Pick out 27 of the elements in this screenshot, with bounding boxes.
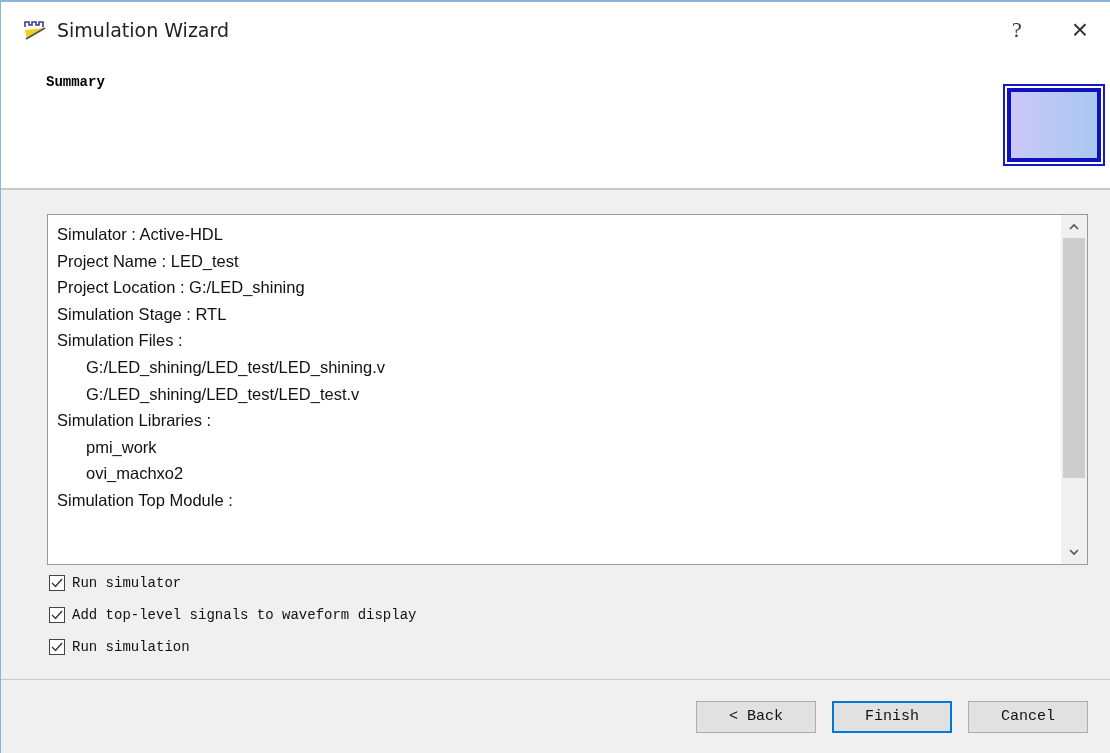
page-title: Summary: [46, 74, 105, 90]
summary-line: G:/LED_shining/LED_test/LED_shining.v: [85, 356, 386, 378]
scrollbar[interactable]: [1061, 215, 1087, 564]
summary-line: Simulator : Active-HDL: [57, 224, 224, 245]
option-label: Add top-level signals to waveform display: [72, 607, 417, 623]
summary-line: Simulation Stage : RTL: [57, 303, 228, 325]
summary-line: Simulation Top Module :: [57, 489, 234, 511]
dialog-button[interactable]: Finish: [832, 700, 952, 733]
checkbox[interactable]: [49, 639, 65, 655]
dialog-button[interactable]: Cancel: [968, 700, 1088, 733]
checkbox[interactable]: [49, 575, 65, 591]
option-label: Run simulator: [72, 575, 182, 591]
summary-line: Simulation Libraries :: [57, 410, 213, 432]
window-title: Simulation Wizard: [57, 18, 230, 41]
close-button[interactable]: ×: [1059, 13, 1100, 46]
scroll-down-icon[interactable]: [1069, 549, 1079, 556]
summary-line: Simulation Files :: [57, 330, 184, 352]
option-label: Run simulation: [72, 639, 190, 655]
scroll-up-icon[interactable]: [1069, 223, 1079, 230]
summary-line: G:/LED_shining/LED_test/LED_test.v: [85, 383, 361, 405]
summary-line: Project Location : G:/LED_shining: [57, 277, 306, 299]
checkbox[interactable]: [49, 607, 65, 623]
dialog-button[interactable]: < Back: [696, 700, 816, 733]
summary-line: Project Name : LED_test: [57, 250, 240, 272]
summary-line: pmi_work: [85, 436, 158, 458]
summary-line: ovi_machxo2: [85, 463, 185, 485]
help-button[interactable]: ?: [999, 16, 1034, 43]
